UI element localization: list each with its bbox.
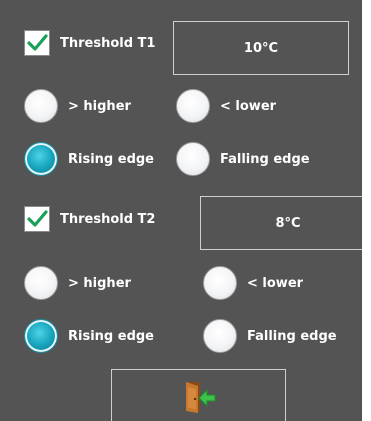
radio-t1-lower-label: < lower [220,98,277,114]
radio-button[interactable] [24,89,58,123]
radio-t1-rising-label: Rising edge [68,151,154,167]
radio-button[interactable] [203,266,237,300]
radio-t2-rising-edge[interactable]: Rising edge [24,319,154,353]
threshold-t2-toggle[interactable]: Threshold T2 [24,206,155,232]
threshold-t2-checkbox[interactable] [24,206,50,232]
radio-button[interactable] [203,319,237,353]
radio-button[interactable] [176,89,210,123]
radio-t1-lower[interactable]: < lower [176,89,276,123]
radio-t2-higher-label: > higher [68,275,131,291]
threshold-t2-value-field[interactable]: 8°C [200,196,371,250]
exit-button[interactable] [111,369,286,421]
radio-button-selected[interactable] [24,319,58,353]
radio-t2-higher[interactable]: > higher [24,266,131,300]
radio-t1-higher[interactable]: > higher [24,89,131,123]
radio-t2-lower-label: < lower [247,275,304,291]
threshold-settings-panel: Threshold T1 10°C > higher < lower Risin… [0,0,371,421]
radio-t1-falling-edge[interactable]: Falling edge [176,142,310,176]
radio-t2-falling-label: Falling edge [247,328,337,344]
radio-button[interactable] [176,142,210,176]
radio-button-selected[interactable] [24,142,58,176]
checkmark-icon [27,34,48,51]
window-edge [362,0,371,421]
threshold-t1-toggle[interactable]: Threshold T1 [24,30,155,56]
radio-t2-lower[interactable]: < lower [203,266,303,300]
radio-t1-higher-label: > higher [68,98,131,114]
radio-t1-falling-label: Falling edge [220,151,310,167]
threshold-t1-value-field[interactable]: 10°C [173,21,349,75]
threshold-t2-label: Threshold T2 [60,211,156,227]
checkmark-icon [27,210,48,227]
radio-t2-falling-edge[interactable]: Falling edge [203,319,337,353]
radio-button[interactable] [24,266,58,300]
threshold-t1-label: Threshold T1 [60,35,156,51]
threshold-t1-checkbox[interactable] [24,30,50,56]
exit-door-icon [185,381,215,413]
radio-t2-rising-label: Rising edge [68,328,154,344]
radio-t1-rising-edge[interactable]: Rising edge [24,142,154,176]
